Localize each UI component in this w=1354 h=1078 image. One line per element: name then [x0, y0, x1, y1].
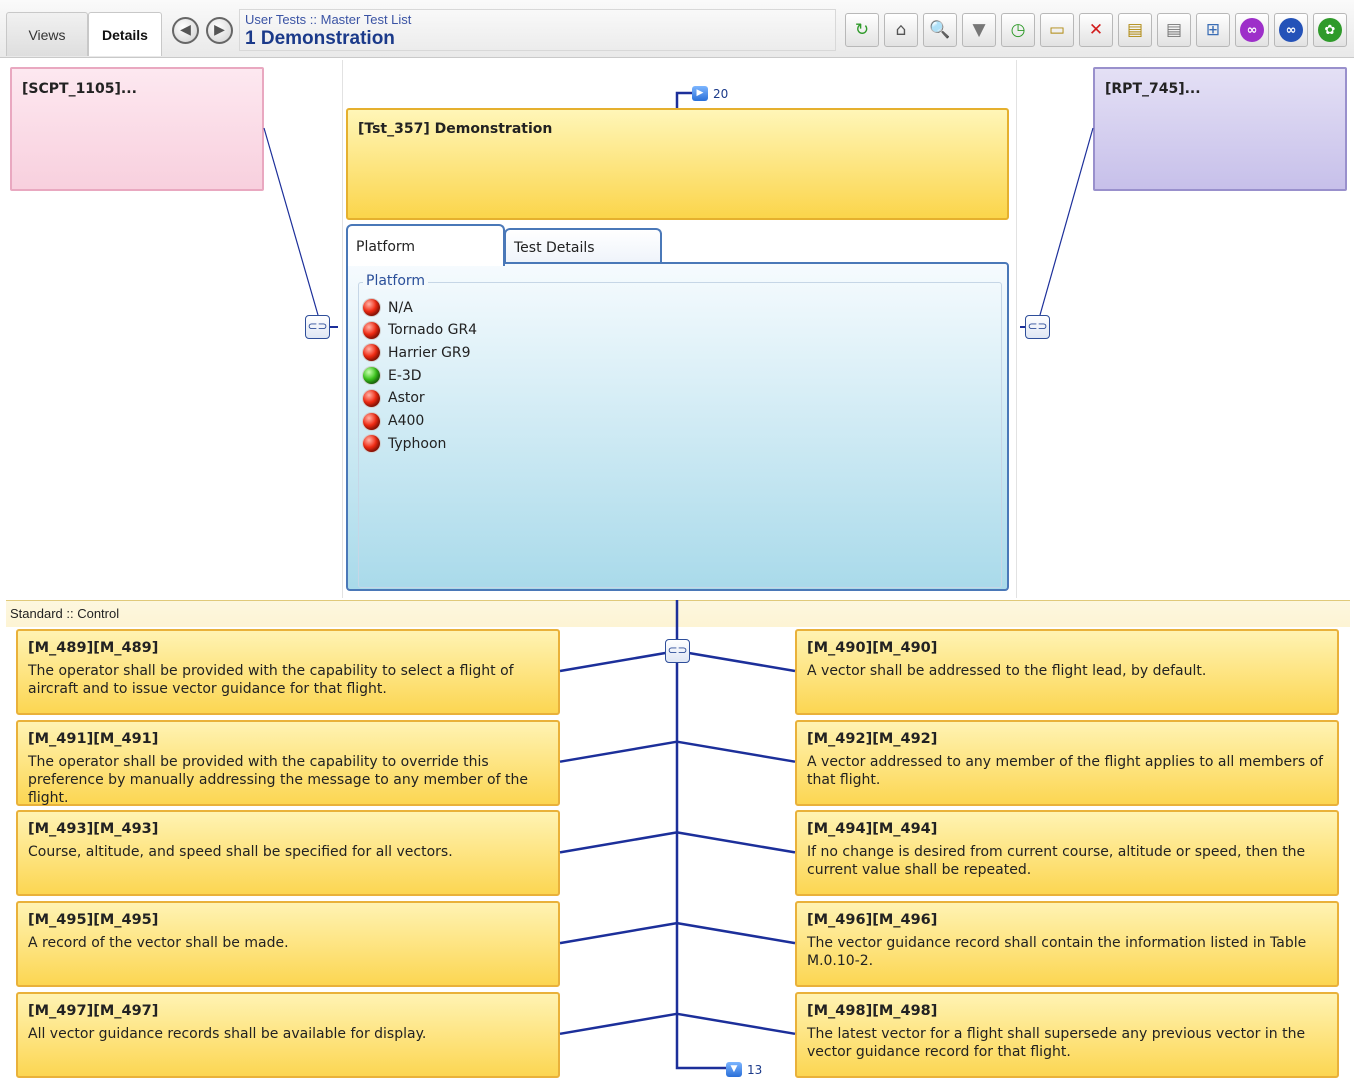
red-status-icon [363, 389, 380, 407]
platform-item-label: N/A [388, 299, 413, 316]
requirement-connector [559, 921, 678, 945]
requirement-connector [559, 740, 678, 763]
platform-item-label: Typhoon [388, 435, 447, 452]
platform-item[interactable]: N/A [363, 299, 413, 316]
chain-link-icon: ⊂⊃ [667, 643, 688, 657]
requirement-connector [676, 831, 796, 854]
scpt-connector [263, 127, 319, 316]
rpt-connector [1039, 127, 1094, 316]
requirement-connector [676, 1012, 796, 1036]
platform-item-label: A400 [388, 413, 425, 429]
tab-platform[interactable]: Platform [346, 224, 505, 266]
platform-item[interactable]: Harrier GR9 [363, 344, 471, 362]
requirement-connector [559, 831, 678, 854]
requirement-connector [676, 740, 796, 763]
link-scpt-button[interactable]: ⊂⊃ [305, 315, 330, 339]
red-status-icon [363, 321, 380, 339]
link-children-button[interactable]: ⊂⊃ [665, 639, 690, 663]
chain-link-icon: ⊂⊃ [307, 319, 328, 333]
platform-item-label: Harrier GR9 [388, 344, 471, 361]
platform-item[interactable]: Tornado GR4 [363, 321, 478, 339]
red-status-icon [363, 299, 380, 316]
platform-item[interactable]: Astor [363, 389, 425, 407]
requirement-connector [676, 649, 796, 673]
platform-group: Platform N/A Tornado GR4 Harrier GR9 E-3D As… [358, 273, 1002, 588]
platform-item-label: Tornado GR4 [388, 322, 478, 339]
red-status-icon [363, 435, 380, 453]
platform-item[interactable]: A400 [363, 412, 425, 430]
platform-panel: Platform N/A Tornado GR4 Harrier GR9 E-3D As… [346, 262, 1009, 591]
requirement-connector [559, 1012, 678, 1036]
green-status-icon [363, 367, 380, 385]
red-status-icon [363, 412, 380, 430]
chain-link-icon: ⊂⊃ [1027, 319, 1048, 333]
link-rpt-button[interactable]: ⊂⊃ [1025, 315, 1050, 339]
top-connector [675, 91, 692, 108]
platform-item-label: Astor [388, 390, 425, 407]
platform-item[interactable]: Typhoon [363, 435, 447, 453]
platform-legend: Platform [363, 273, 429, 289]
platform-item[interactable]: E-3D [363, 367, 422, 385]
requirement-connector [559, 649, 678, 673]
platform-item-label: E-3D [388, 367, 422, 384]
requirement-connector [676, 921, 796, 945]
red-status-icon [363, 344, 380, 362]
